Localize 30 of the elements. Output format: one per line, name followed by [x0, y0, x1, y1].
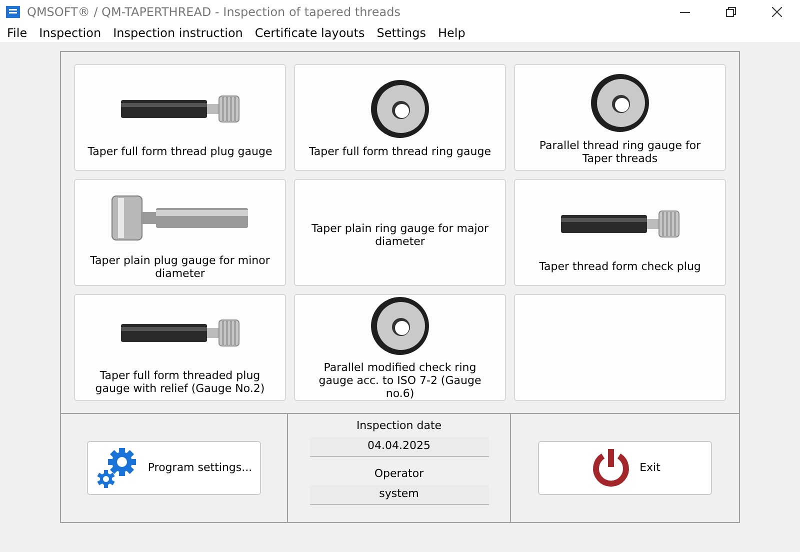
operator-field: system: [310, 485, 488, 505]
inspection-date-label: Inspection date: [356, 419, 442, 433]
exit-button[interactable]: Exit: [538, 441, 712, 495]
window-title: QMSOFT® / QM-TAPERTHREAD - Inspection of tapered threads: [27, 4, 400, 21]
menu-item[interactable]: Settings: [370, 24, 432, 42]
gauge-tile-button[interactable]: Taper plain ring gauge for major diameter: [294, 179, 506, 286]
plug-gauge-icon: [119, 318, 241, 348]
operator-label: Operator: [374, 467, 424, 481]
gauge-tile-button[interactable]: Taper plain plug gauge for minor diameter: [74, 179, 286, 286]
gauge-tile-button[interactable]: Taper full form thread plug gauge: [74, 64, 286, 171]
menu-item[interactable]: Help: [432, 24, 472, 42]
plug-gauge-icon: [559, 209, 681, 239]
menu-item[interactable]: Inspection: [33, 24, 108, 42]
ring-gauge-icon: [590, 72, 650, 132]
menu-item[interactable]: Inspection instruction: [107, 24, 249, 42]
plug-gauge-icon: [119, 94, 241, 124]
gauge-tile-button[interactable]: Taper thread form check plug: [514, 179, 726, 286]
gauge-tile-button[interactable]: Parallel thread ring gauge for Taper threads: [514, 64, 726, 171]
gauge-tile-button[interactable]: Taper full form threaded plug gauge with relief (Gauge No.2): [74, 294, 286, 401]
inspection-date-field: 04.04.2025: [310, 437, 488, 457]
program-settings-button[interactable]: Program settings...: [87, 441, 261, 495]
menu-item[interactable]: File: [1, 24, 34, 42]
restore-icon: [726, 7, 736, 17]
menu-item[interactable]: Certificate layouts: [248, 24, 371, 42]
close-icon: [772, 7, 782, 17]
app-icon: [6, 6, 20, 18]
ring-gauge-icon: [370, 79, 430, 139]
gauge-tile-button[interactable]: Taper full form thread ring gauge: [294, 64, 506, 171]
ring-gauge-icon: [370, 296, 430, 356]
gauge-tile-button[interactable]: Parallel modified check ring gauge acc. to ISO 7-2 (Gauge no.6): [294, 294, 506, 401]
